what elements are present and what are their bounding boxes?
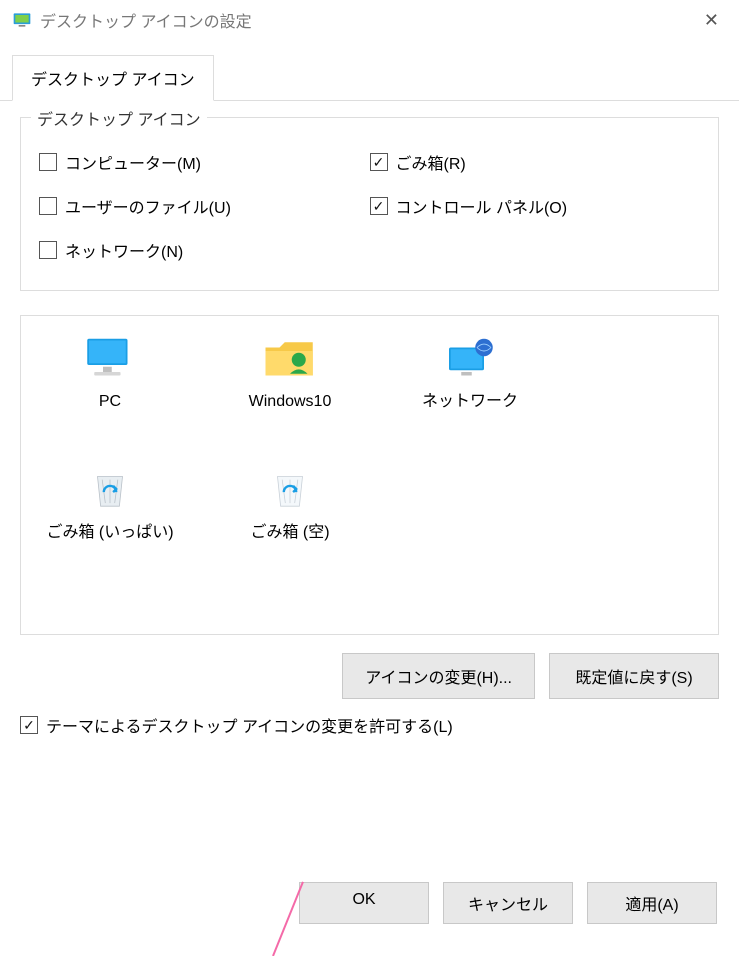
- cancel-button[interactable]: キャンセル: [443, 882, 573, 924]
- monitor-icon: [78, 332, 142, 384]
- checkbox-icon: ✓: [370, 153, 388, 171]
- ok-button[interactable]: OK: [299, 882, 429, 924]
- checkbox-label: テーマによるデスクトップ アイコンの変更を許可する(L): [46, 713, 453, 737]
- icon-recyclebin-full[interactable]: ごみ箱 (いっぱい): [35, 463, 185, 544]
- checkbox-network[interactable]: ネットワーク(N): [39, 228, 370, 272]
- titlebar: デスクトップ アイコンの設定 ✕: [0, 0, 739, 40]
- icon-label: ごみ箱 (いっぱい): [35, 523, 185, 544]
- bin-full-icon: [78, 463, 142, 515]
- checkbox-icon: ✓: [20, 716, 38, 734]
- tab-desktop-icons[interactable]: デスクトップ アイコン: [12, 55, 214, 101]
- icon-pc[interactable]: PC: [35, 332, 185, 413]
- checkbox-label: コンピューター(M): [65, 150, 201, 174]
- folder-user-icon: [258, 332, 322, 384]
- icon-label: PC: [35, 392, 185, 413]
- checkbox-label: ユーザーのファイル(U): [65, 194, 231, 218]
- icon-label: Windows10: [215, 392, 365, 413]
- checkbox-computer[interactable]: コンピューター(M): [39, 140, 370, 184]
- checkbox-controlpanel[interactable]: ✓ コントロール パネル(O): [370, 184, 701, 228]
- checkbox-theme-allow[interactable]: ✓ テーマによるデスクトップ アイコンの変更を許可する(L): [20, 713, 719, 737]
- icon-label: ネットワーク: [395, 392, 545, 413]
- checkbox-label: コントロール パネル(O): [396, 194, 568, 218]
- checkbox-label: ネットワーク(N): [65, 238, 183, 262]
- change-icon-button[interactable]: アイコンの変更(H)...: [342, 653, 535, 699]
- checkbox-icon: ✓: [370, 197, 388, 215]
- icon-label: ごみ箱 (空): [215, 523, 365, 544]
- network-icon: [438, 332, 502, 384]
- checkbox-userfiles[interactable]: ユーザーのファイル(U): [39, 184, 370, 228]
- checkbox-icon: [39, 241, 57, 259]
- restore-default-button[interactable]: 既定値に戻す(S): [549, 653, 719, 699]
- apply-button[interactable]: 適用(A): [587, 882, 717, 924]
- bin-empty-icon: [258, 463, 322, 515]
- group-title: デスクトップ アイコン: [31, 106, 207, 130]
- checkbox-icon: [39, 197, 57, 215]
- icon-recyclebin-empty[interactable]: ごみ箱 (空): [215, 463, 365, 544]
- close-icon[interactable]: ✕: [696, 6, 727, 35]
- checkbox-label: ごみ箱(R): [396, 150, 466, 174]
- checkbox-recyclebin[interactable]: ✓ ごみ箱(R): [370, 140, 701, 184]
- checkbox-icon: [39, 153, 57, 171]
- icon-userfolder[interactable]: Windows10: [215, 332, 365, 413]
- icon-preview-grid: PC Windows10 ネットワーク ごみ箱 (いっぱい): [20, 315, 719, 635]
- icon-network[interactable]: ネットワーク: [395, 332, 545, 413]
- app-icon: [12, 10, 32, 30]
- desktop-icons-group: デスクトップ アイコン コンピューター(M) ✓ ごみ箱(R) ユーザーのファイ…: [20, 117, 719, 291]
- window-title: デスクトップ アイコンの設定: [40, 8, 252, 32]
